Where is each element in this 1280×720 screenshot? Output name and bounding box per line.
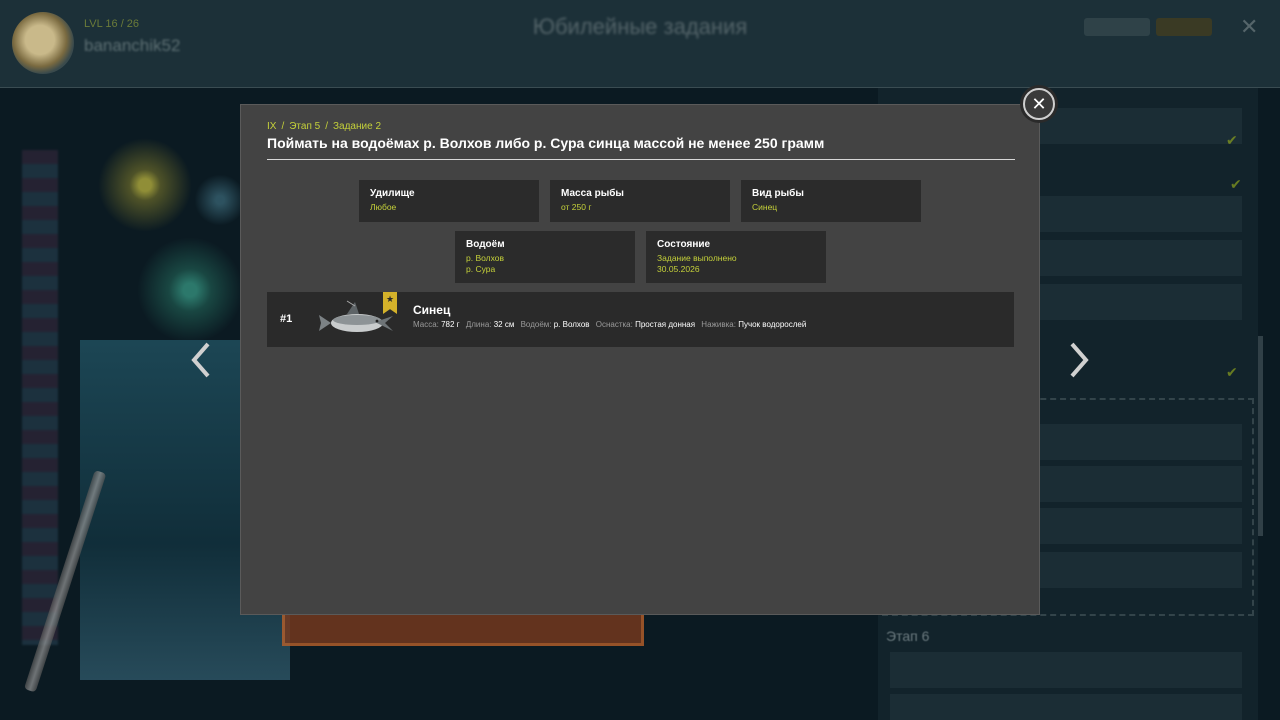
list-item[interactable] xyxy=(890,652,1242,688)
breadcrumb-separator: / xyxy=(325,121,328,132)
condition-label: Состояние xyxy=(657,239,711,250)
detail-label: Оснастка: xyxy=(595,320,633,329)
condition-value: Задание выполнено xyxy=(657,253,737,263)
condition-label: Удилище xyxy=(370,188,415,199)
condition-value: от 250 г xyxy=(561,202,592,212)
currency-silver xyxy=(1084,18,1150,36)
catch-fish-name: Синец xyxy=(413,303,451,317)
condition-value: Любое xyxy=(370,202,397,212)
condition-rod: Удилище Любое xyxy=(359,180,539,222)
check-icon: ✔ xyxy=(1226,132,1238,148)
prev-arrow-icon[interactable] xyxy=(186,338,216,382)
condition-state: Состояние Задание выполнено 30.05.2026 xyxy=(646,231,826,283)
breadcrumb-item[interactable]: IX xyxy=(267,121,276,132)
game-screen: LVL 16 / 26 bananchik52 Юбилейные задани… xyxy=(0,0,1280,720)
check-icon: ✔ xyxy=(1226,364,1238,380)
close-icon: ✕ xyxy=(1031,94,1047,114)
condition-water: Водоём р. Волхов р. Сура xyxy=(455,231,635,283)
divider xyxy=(267,159,1015,160)
detail-label: Наживка: xyxy=(701,320,736,329)
detail-label: Масса: xyxy=(413,320,439,329)
catch-rank: #1 xyxy=(280,313,293,325)
firework-decoration xyxy=(90,130,200,240)
catch-water: р. Волхов xyxy=(553,320,590,329)
catch-record-row[interactable]: #1 ★ Синец Масса: 782 г Длина: 32 см Вод… xyxy=(267,292,1014,347)
firework-decoration xyxy=(130,230,250,350)
currency-gold xyxy=(1156,18,1212,36)
breadcrumb-item: Задание 2 xyxy=(333,121,382,132)
check-icon: ✔ xyxy=(1230,176,1242,192)
condition-value: р. Сура xyxy=(466,264,496,274)
side-decoration xyxy=(22,150,58,645)
condition-species: Вид рыбы Синец xyxy=(741,180,921,222)
catch-length: 32 см xyxy=(493,320,515,329)
condition-label: Масса рыбы xyxy=(561,188,624,199)
scrollbar[interactable] xyxy=(1258,336,1263,536)
task-title: Поймать на водоёмах р. Волхов либо р. Су… xyxy=(267,135,825,151)
list-item[interactable] xyxy=(890,694,1242,720)
condition-mass: Масса рыбы от 250 г xyxy=(550,180,730,222)
condition-label: Водоём xyxy=(466,239,505,250)
detail-label: Водоём: xyxy=(520,320,552,329)
catch-mass: 782 г xyxy=(441,320,460,329)
detail-label: Длина: xyxy=(465,320,492,329)
catch-bait: Пучок водорослей xyxy=(738,320,807,329)
catch-details: Масса: 782 г Длина: 32 см Водоём: р. Вол… xyxy=(413,320,810,329)
condition-value: р. Волхов xyxy=(466,253,505,263)
screen-close-icon[interactable]: ✕ xyxy=(1240,14,1258,40)
breadcrumb-item[interactable]: Этап 5 xyxy=(289,121,320,132)
condition-label: Вид рыбы xyxy=(752,188,804,199)
next-arrow-icon[interactable] xyxy=(1064,338,1094,382)
condition-value: 30.05.2026 xyxy=(657,264,700,274)
breadcrumb-separator: / xyxy=(281,121,285,132)
top-bar: LVL 16 / 26 bananchik52 Юбилейные задани… xyxy=(0,0,1280,88)
catch-tackle: Простая донная xyxy=(635,320,696,329)
breadcrumb: IX / Этап 5 / Задание 2 xyxy=(267,121,381,132)
condition-value: Синец xyxy=(752,202,778,212)
reward-card xyxy=(282,612,644,646)
task-detail-modal: IX / Этап 5 / Задание 2 Поймать на водоё… xyxy=(240,104,1040,615)
modal-close-button[interactable]: ✕ xyxy=(1023,88,1055,120)
stage-heading: Этап 6 xyxy=(886,628,930,644)
